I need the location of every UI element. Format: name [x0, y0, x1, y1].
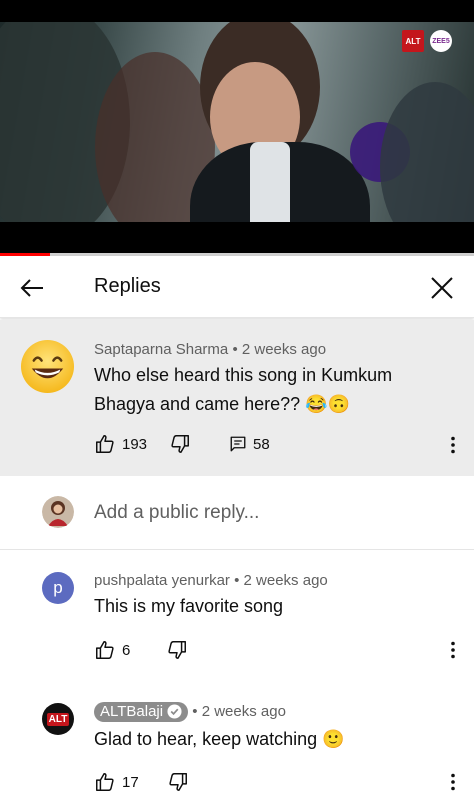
more-vert-icon[interactable]: [450, 436, 456, 454]
thumbs-down-icon: [168, 641, 187, 659]
comment-icon: [230, 436, 246, 452]
more-vert-icon[interactable]: [450, 641, 456, 659]
video-frame[interactable]: [0, 22, 474, 222]
dislike-button[interactable]: [167, 771, 189, 793]
verified-author-badge[interactable]: ALTBalaji: [94, 702, 189, 722]
dislike-button[interactable]: [166, 639, 188, 661]
comment-author: ALTBalaji: [100, 703, 164, 720]
thumbs-up-icon: [96, 641, 114, 659]
comment-author[interactable]: Saptaparna Sharma: [94, 341, 228, 358]
like-count: 6: [122, 641, 131, 659]
channel-logos: ALT ZEE5: [402, 30, 452, 52]
comment-time: 2 weeks ago: [243, 572, 328, 589]
parent-comment: Saptaparna Sharma • 2 weeks ago Who else…: [0, 320, 474, 476]
like-button[interactable]: 193: [94, 433, 147, 455]
zee5-logo: ZEE5: [430, 30, 452, 52]
alt-logo: ALT: [46, 712, 70, 726]
comment-meta: ALTBalaji • 2 weeks ago: [94, 702, 286, 722]
alt-logo: ALT: [402, 30, 424, 52]
check-circle-icon: [167, 704, 182, 719]
comment-text: This is my favorite song: [94, 596, 284, 616]
comment-meta: pushpalata yenurkar • 2 weeks ago: [94, 572, 328, 589]
comment-actions: 17: [94, 771, 189, 793]
thumbs-up-icon: [96, 773, 114, 791]
comment-time: 2 weeks ago: [201, 703, 286, 720]
comment-actions: 193 58: [94, 433, 270, 455]
comment-time: 2 weeks ago: [241, 341, 327, 358]
close-icon[interactable]: [428, 274, 456, 302]
user-avatar[interactable]: [42, 496, 74, 528]
comment-text: Who else heard this song in Kumkum Bhagy…: [94, 365, 393, 414]
comment-text: Glad to hear, keep watching 🙂: [94, 729, 345, 749]
arrow-left-icon[interactable]: [18, 274, 46, 302]
dislike-button[interactable]: [169, 433, 191, 455]
like-button[interactable]: 17: [94, 771, 139, 793]
thumbs-down-icon: [169, 773, 187, 791]
avatar[interactable]: p: [42, 572, 74, 604]
reply-count: 58: [253, 435, 270, 453]
more-vert-icon[interactable]: [450, 773, 456, 791]
avatar[interactable]: ALT: [42, 703, 74, 735]
add-reply-row[interactable]: Add a public reply...: [0, 476, 474, 550]
comment-author[interactable]: pushpalata yenurkar: [94, 572, 230, 589]
grinning-face-emoji-icon[interactable]: [20, 339, 75, 394]
reply-input[interactable]: Add a public reply...: [94, 502, 259, 524]
like-count: 193: [122, 435, 148, 453]
comment-meta: Saptaparna Sharma • 2 weeks ago: [94, 341, 327, 358]
comment-actions: 6: [94, 639, 188, 661]
replies-header: Replies: [0, 256, 474, 318]
like-button[interactable]: 6: [94, 639, 130, 661]
page-title: Replies: [94, 275, 161, 297]
like-count: 17: [122, 773, 139, 791]
thumbs-down-icon: [171, 435, 190, 453]
thumbs-up-icon: [96, 435, 114, 453]
replies-count-button[interactable]: 58: [229, 435, 270, 453]
video-player[interactable]: ALT ZEE5: [0, 0, 474, 253]
